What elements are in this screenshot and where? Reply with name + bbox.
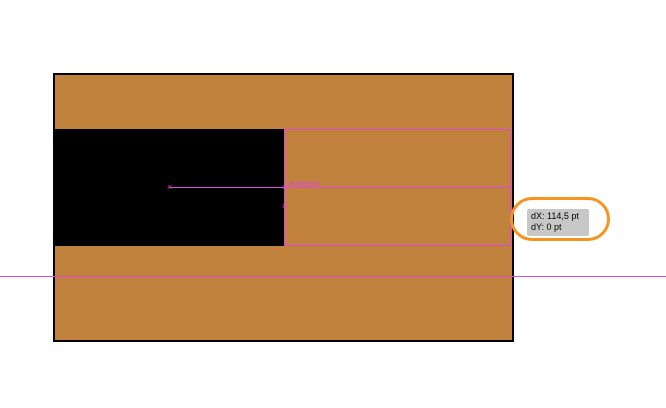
- move-tooltip: dX: 114,5 pt dY: 0 pt: [527, 209, 589, 236]
- tooltip-dy: dY: 0 pt: [531, 222, 562, 232]
- center-alignment-guide: [170, 187, 511, 188]
- illustrator-canvas[interactable]: × × × intersect dX: 114,5 pt dY: 0 pt: [0, 0, 666, 408]
- anchor-cross-icon: ×: [281, 182, 288, 192]
- horizontal-smart-guide: [0, 276, 666, 277]
- anchor-cross-icon: ×: [166, 182, 173, 192]
- smart-guide-label: intersect: [289, 179, 320, 188]
- tooltip-dx: dX: 114,5 pt: [531, 211, 579, 221]
- anchor-cross-icon: ×: [281, 201, 288, 211]
